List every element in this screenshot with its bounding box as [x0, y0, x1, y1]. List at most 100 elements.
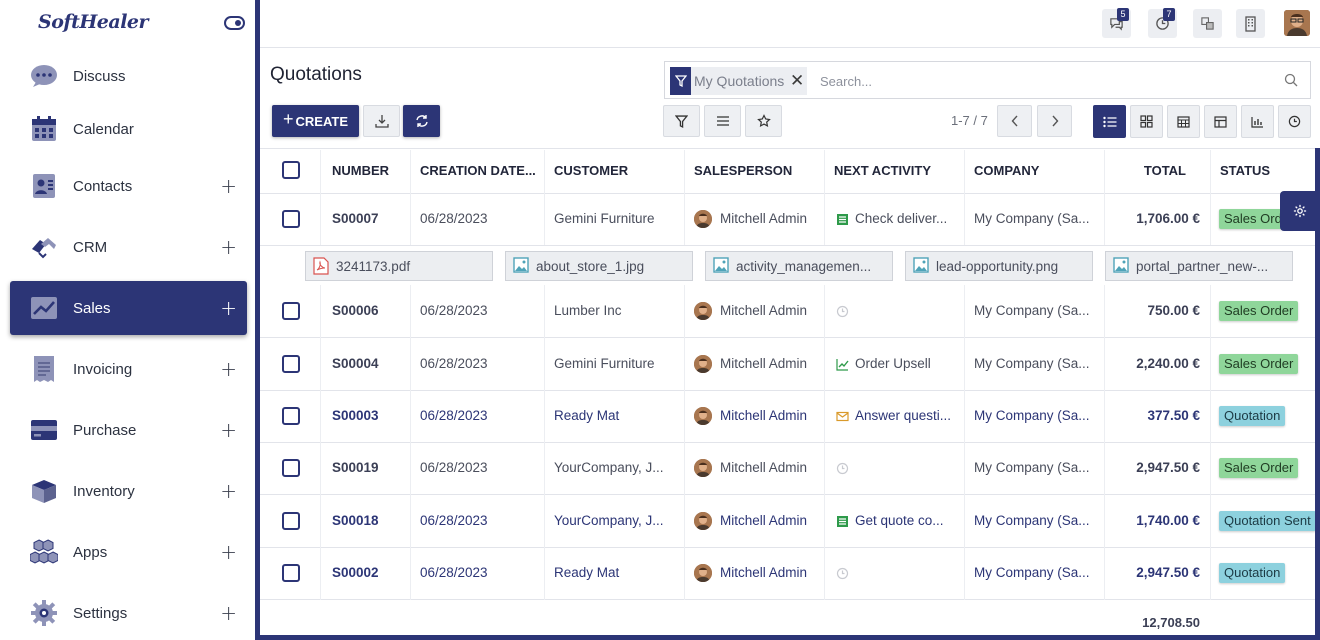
creation-date[interactable]: 06/28/2023 [420, 565, 540, 580]
graph-view-button[interactable] [1241, 105, 1274, 138]
company-name[interactable]: My Company (Sa... [974, 211, 1096, 226]
customer-name[interactable]: YourCompany, J... [554, 513, 674, 528]
customer-name[interactable]: Gemini Furniture [554, 211, 674, 226]
customer-name[interactable]: Ready Mat [554, 565, 674, 580]
clock-icon[interactable] [836, 462, 849, 475]
sidebar-item-inventory[interactable]: Inventory + [10, 464, 247, 518]
salesperson-name[interactable]: Mitchell Admin [720, 513, 820, 528]
next-activity[interactable]: Get quote co... [855, 513, 955, 528]
creation-date[interactable]: 06/28/2023 [420, 356, 540, 371]
attachment-chip[interactable]: activity_managemen... [705, 251, 893, 281]
kanban-view-button[interactable] [1130, 105, 1163, 138]
order-total[interactable]: 2,240.00 € [1100, 356, 1200, 371]
add-icon[interactable]: + [220, 296, 237, 320]
sidebar-item-apps[interactable]: Apps + [10, 525, 247, 579]
sidebar-item-crm[interactable]: CRM + [10, 220, 247, 274]
row-checkbox[interactable] [282, 302, 300, 320]
activities-button[interactable]: 7 [1148, 8, 1177, 38]
attachment-chip[interactable]: portal_partner_new-... [1105, 251, 1293, 281]
sidebar-item-sales[interactable]: Sales + [10, 281, 247, 335]
order-number[interactable]: S00003 [332, 408, 412, 423]
pivot-view-button[interactable] [1204, 105, 1237, 138]
sidebar-item-calendar[interactable]: Calendar [10, 102, 247, 156]
customer-name[interactable]: Ready Mat [554, 408, 674, 423]
column-header-company[interactable]: COMPANY [974, 163, 1039, 178]
salesperson-name[interactable]: Mitchell Admin [720, 356, 820, 371]
sidebar-item-contacts[interactable]: Contacts + [10, 159, 247, 213]
search-icon[interactable] [1284, 73, 1298, 87]
add-icon[interactable]: + [220, 418, 237, 442]
order-number[interactable]: S00018 [332, 513, 412, 528]
row-checkbox[interactable] [282, 564, 300, 582]
column-header-salesperson[interactable]: SALESPERSON [694, 163, 792, 178]
company-switch-button[interactable] [1236, 9, 1265, 38]
customer-name[interactable]: Gemini Furniture [554, 356, 674, 371]
search-input[interactable] [820, 70, 1270, 92]
salesperson-name[interactable]: Mitchell Admin [720, 460, 820, 475]
order-total[interactable]: 2,947.50 € [1100, 460, 1200, 475]
list-view-button[interactable] [1093, 105, 1126, 138]
row-checkbox[interactable] [282, 355, 300, 373]
row-checkbox[interactable] [282, 512, 300, 530]
add-icon[interactable]: + [220, 174, 237, 198]
order-total[interactable]: 377.50 € [1100, 408, 1200, 423]
salesperson-name[interactable]: Mitchell Admin [720, 565, 820, 580]
group-by-button[interactable] [704, 105, 741, 137]
order-number[interactable]: S00004 [332, 356, 412, 371]
row-checkbox[interactable] [282, 459, 300, 477]
add-icon[interactable]: + [220, 235, 237, 259]
salesperson-name[interactable]: Mitchell Admin [720, 408, 820, 423]
company-name[interactable]: My Company (Sa... [974, 303, 1096, 318]
column-header-customer[interactable]: CUSTOMER [554, 163, 628, 178]
clock-icon[interactable] [836, 305, 849, 318]
clock-icon[interactable] [836, 567, 849, 580]
attachment-chip[interactable]: lead-opportunity.png [905, 251, 1093, 281]
pager-previous-button[interactable] [997, 105, 1032, 137]
sidebar-item-settings[interactable]: Settings + [10, 586, 247, 640]
envelope-icon[interactable] [836, 410, 849, 423]
add-icon[interactable]: + [220, 601, 237, 625]
creation-date[interactable]: 06/28/2023 [420, 460, 540, 475]
salesperson-name[interactable]: Mitchell Admin [720, 211, 820, 226]
next-activity[interactable]: Check deliver... [855, 211, 955, 226]
order-total[interactable]: 2,947.50 € [1100, 565, 1200, 580]
task-list-icon[interactable] [836, 213, 849, 226]
creation-date[interactable]: 06/28/2023 [420, 408, 540, 423]
attachment-chip[interactable]: about_store_1.jpg [505, 251, 693, 281]
pager-next-button[interactable] [1037, 105, 1072, 137]
order-total[interactable]: 1,740.00 € [1100, 513, 1200, 528]
row-checkbox[interactable] [282, 407, 300, 425]
column-header-creation-date[interactable]: CREATION DATE... [420, 163, 536, 178]
company-name[interactable]: My Company (Sa... [974, 513, 1096, 528]
customer-name[interactable]: Lumber Inc [554, 303, 674, 318]
download-button[interactable] [363, 105, 400, 137]
messages-button[interactable]: 5 [1102, 8, 1131, 38]
order-number[interactable]: S00007 [332, 211, 412, 226]
add-icon[interactable]: + [220, 479, 237, 503]
column-header-number[interactable]: NUMBER [332, 163, 389, 178]
trend-icon[interactable] [836, 358, 849, 371]
user-avatar[interactable] [1284, 10, 1310, 36]
search-bar[interactable]: My Quotations ✕ [664, 61, 1311, 99]
sidebar-item-purchase[interactable]: Purchase + [10, 403, 247, 457]
row-checkbox[interactable] [282, 210, 300, 228]
company-name[interactable]: My Company (Sa... [974, 356, 1096, 371]
order-number[interactable]: S00019 [332, 460, 412, 475]
column-header-total[interactable]: TOTAL [1100, 163, 1186, 178]
next-activity[interactable]: Answer questi... [855, 408, 955, 423]
company-name[interactable]: My Company (Sa... [974, 565, 1096, 580]
attachment-chip[interactable]: 3241173.pdf [305, 251, 493, 281]
create-button[interactable]: + CREATE [272, 105, 359, 137]
company-name[interactable]: My Company (Sa... [974, 408, 1096, 423]
pager-value[interactable]: 1-7 / 7 [951, 113, 988, 128]
calendar-view-button[interactable] [1167, 105, 1200, 138]
filters-button[interactable] [663, 105, 700, 137]
column-header-status[interactable]: STATUS [1220, 163, 1270, 178]
creation-date[interactable]: 06/28/2023 [420, 211, 540, 226]
sidebar-toggle-icon[interactable] [224, 16, 245, 30]
salesperson-name[interactable]: Mitchell Admin [720, 303, 820, 318]
creation-date[interactable]: 06/28/2023 [420, 513, 540, 528]
app-logo[interactable]: SoftHealer [38, 11, 149, 33]
task-list-icon[interactable] [836, 515, 849, 528]
remove-facet-icon[interactable]: ✕ [790, 67, 804, 95]
